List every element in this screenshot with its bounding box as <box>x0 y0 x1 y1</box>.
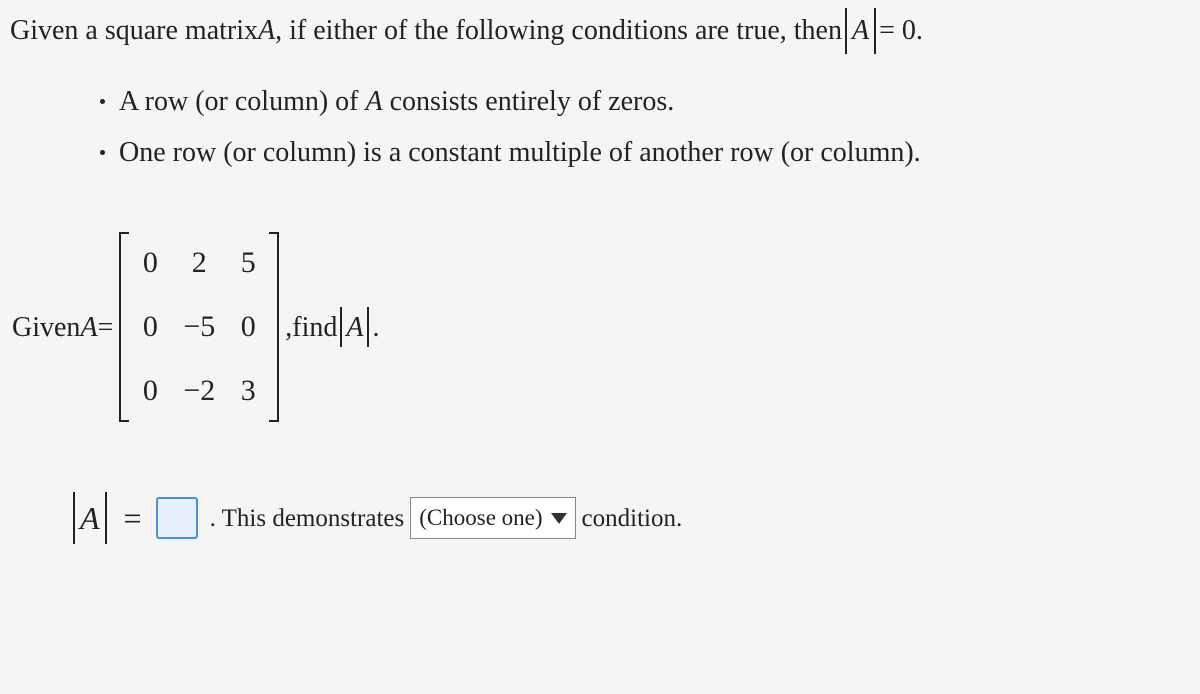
matrix-cell: 0 <box>137 370 163 412</box>
matrix-cell: 0 <box>137 242 163 284</box>
determinant-answer-input[interactable] <box>156 497 198 539</box>
condition-2: One row (or column) is a constant multip… <box>100 133 1190 172</box>
answer-section: A = . This demonstrates (Choose one) con… <box>70 492 1190 544</box>
equals-sign: = <box>98 308 114 347</box>
theorem-intro: Given a square matrix A , if either of t… <box>10 8 1190 54</box>
cond1-text-2: consists entirely of zeros. <box>383 86 675 117</box>
bracket-right-icon <box>269 232 279 422</box>
bracket-left-icon <box>119 232 129 422</box>
intro-text-2: , if either of the following conditions … <box>275 11 842 50</box>
matrix-body: 0 2 5 0 −5 0 0 −2 3 <box>129 232 269 422</box>
matrix-cell: 3 <box>235 370 261 412</box>
cond2-text: One row (or column) is a constant multip… <box>119 133 921 172</box>
determinant-notation: A <box>73 492 107 544</box>
dropdown-label: (Choose one) <box>419 502 542 534</box>
period: . <box>372 308 379 347</box>
matrix-cell: 0 <box>137 306 163 348</box>
det-var-A: A <box>346 308 363 347</box>
determinant-notation: A <box>845 8 876 54</box>
bullet-icon <box>100 150 105 155</box>
problem-statement: Given A = 0 2 5 0 −5 0 0 −2 3 , find A . <box>12 232 1190 422</box>
conditions-list: A row (or column) of A consists entirely… <box>100 82 1190 172</box>
matrix-cell: 5 <box>235 242 261 284</box>
det-var-A: A <box>852 11 869 50</box>
cond1-var: A <box>366 86 383 117</box>
cond1-text-1: A row (or column) of <box>119 86 366 117</box>
matrix-var-A: A <box>258 11 275 50</box>
determinant-notation: A <box>340 307 369 347</box>
matrix-cell: −2 <box>183 370 215 412</box>
comma: , <box>285 308 292 347</box>
demo-text-before: . This demonstrates <box>210 501 405 536</box>
det-var-A: A <box>80 496 100 541</box>
chevron-down-icon <box>551 513 567 524</box>
bullet-icon <box>100 99 105 104</box>
find-label: find <box>292 308 337 347</box>
condition-1: A row (or column) of A consists entirely… <box>100 82 1190 121</box>
matrix-cell: 0 <box>235 306 261 348</box>
equals-zero: = 0. <box>879 11 923 50</box>
problem-var-A: A <box>80 308 97 347</box>
matrix-cell: −5 <box>183 306 215 348</box>
given-label: Given <box>12 308 80 347</box>
condition-dropdown[interactable]: (Choose one) <box>410 497 575 539</box>
equals-sign: = <box>124 496 142 541</box>
intro-text-1: Given a square matrix <box>10 11 258 50</box>
matrix-A: 0 2 5 0 −5 0 0 −2 3 <box>119 232 279 422</box>
matrix-cell: 2 <box>183 242 215 284</box>
demo-text-after: condition. <box>582 501 683 536</box>
